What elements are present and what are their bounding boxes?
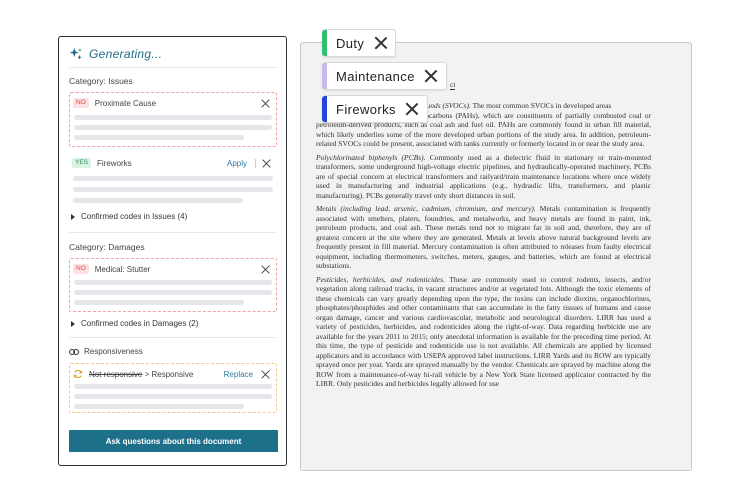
category-issues-label: Category: Issues xyxy=(69,76,133,86)
tag-color-bar xyxy=(322,63,327,89)
toggle-icon xyxy=(69,348,79,355)
separator xyxy=(255,158,256,168)
loading-line xyxy=(74,300,244,305)
loading-line xyxy=(74,290,272,295)
paragraph-metals: Metals (including lead, arsenic, cadmium… xyxy=(316,204,651,271)
close-icon[interactable] xyxy=(374,37,386,49)
tag-duty[interactable]: Duty xyxy=(322,29,397,57)
divider xyxy=(69,67,276,68)
tag-color-bar xyxy=(322,30,327,56)
generating-title: Generating... xyxy=(89,47,163,61)
responsiveness-card: Not responsive > Responsive Replace xyxy=(69,363,277,413)
new-value: Responsive xyxy=(151,369,194,379)
loading-line xyxy=(74,115,272,120)
pcbs-heading: Polychlorinated biphenyls (PCBs). xyxy=(316,152,426,162)
document-body: pounds (SVOCs). The most common SVOCs in… xyxy=(316,101,651,393)
suggestion-text: Medical: Stutter xyxy=(94,264,151,274)
no-badge: NO xyxy=(73,264,89,274)
close-icon[interactable] xyxy=(425,70,437,82)
loading-line xyxy=(73,198,243,203)
tag-maintenance[interactable]: Maintenance xyxy=(322,62,447,90)
suggestion-card-proximate-cause: NO Proximate Cause xyxy=(69,92,277,147)
replace-button[interactable]: Replace xyxy=(224,370,253,379)
paragraph-pesticides: Pesticides, herbicides, and rodenticides… xyxy=(316,275,651,389)
paragraph-text: These are commonly used to control roden… xyxy=(316,274,652,389)
tag-color-bar xyxy=(322,96,327,122)
divider xyxy=(69,232,276,233)
ask-questions-button[interactable]: Ask questions about this document xyxy=(69,430,278,452)
tag-label: Maintenance xyxy=(336,68,415,84)
responsiveness-change: Not responsive > Responsive xyxy=(89,370,224,379)
yes-badge: YES xyxy=(72,158,92,168)
paragraph-text: The most common SVOCs in developed areas xyxy=(470,101,612,110)
suggestion-text: Fireworks xyxy=(97,158,132,168)
loading-line xyxy=(73,187,273,192)
generation-panel: Generating... Category: Issues NO Proxim… xyxy=(58,36,287,466)
close-icon[interactable] xyxy=(406,103,418,115)
tag-fireworks[interactable]: Fireworks xyxy=(322,95,428,123)
refresh-icon xyxy=(73,369,83,379)
category-damages-label: Category: Damages xyxy=(69,242,145,252)
confirmed-damages-toggle[interactable]: Confirmed codes in Damages (2) xyxy=(71,319,198,328)
sparkle-icon xyxy=(69,47,82,60)
caret-right-icon xyxy=(71,213,75,220)
paragraph-text: Metals contamination is frequently assoc… xyxy=(316,204,651,270)
close-icon[interactable] xyxy=(261,370,270,379)
loading-line xyxy=(74,404,244,409)
close-icon[interactable] xyxy=(261,265,270,274)
suggestion-card-medical-stutter: NO Medical: Stutter xyxy=(69,258,277,312)
suggestion-card-fireworks: YES Fireworks Apply xyxy=(69,153,277,203)
loading-line xyxy=(74,384,272,389)
suggestion-text: Proximate Cause xyxy=(94,98,157,108)
responsiveness-label: Responsiveness xyxy=(84,347,143,356)
loading-line xyxy=(73,176,273,181)
loading-line xyxy=(74,135,244,140)
responsiveness-header: Responsiveness xyxy=(69,347,143,356)
caret-right-icon xyxy=(71,320,75,327)
close-icon[interactable] xyxy=(262,159,271,168)
old-value: Not responsive xyxy=(89,369,143,379)
divider xyxy=(69,337,276,338)
loading-line xyxy=(74,280,272,285)
confirmed-issues-label: Confirmed codes in Issues (4) xyxy=(81,212,188,221)
tag-label: Fireworks xyxy=(336,101,396,117)
confirmed-issues-toggle[interactable]: Confirmed codes in Issues (4) xyxy=(71,212,187,221)
loading-line xyxy=(74,394,272,399)
no-badge: NO xyxy=(73,98,89,108)
metals-heading: Metals (including lead, arsenic, cadmium… xyxy=(316,204,536,213)
close-icon[interactable] xyxy=(261,99,270,108)
document-header-fragment: ct xyxy=(450,80,456,90)
apply-button[interactable]: Apply xyxy=(227,159,247,168)
loading-line xyxy=(74,125,272,130)
generating-header: Generating... xyxy=(69,47,162,61)
tag-label: Duty xyxy=(336,35,365,51)
confirmed-damages-label: Confirmed codes in Damages (2) xyxy=(81,319,199,328)
paragraph-pcbs: Polychlorinated biphenyls (PCBs). Common… xyxy=(316,153,651,201)
pesticides-heading: Pesticides, herbicides, and rodenticides… xyxy=(316,274,445,284)
